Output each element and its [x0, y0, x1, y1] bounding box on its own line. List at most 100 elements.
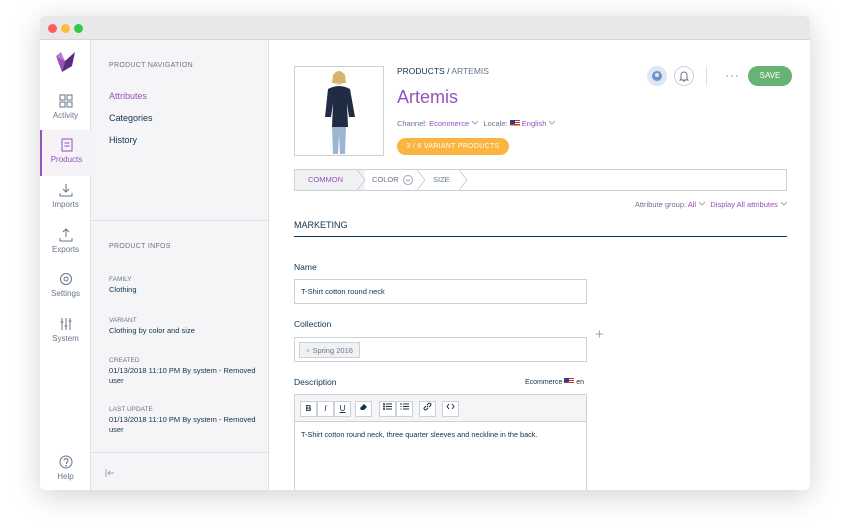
notifications-button[interactable] — [674, 66, 694, 86]
section-title-marketing: MARKETING — [294, 220, 787, 237]
breadcrumb-products[interactable]: PRODUCTS — [397, 66, 445, 76]
rich-text-toolbar: B I U — [294, 394, 587, 422]
description-scope-channel: Ecommerce — [525, 379, 563, 386]
maximize-window-button[interactable] — [74, 24, 83, 33]
menu-item-label: Settings — [51, 289, 80, 298]
main-content: PRODUCTS / ARTEMIS Artemis Channel: Ecom… — [269, 40, 810, 490]
nav-item-categories[interactable]: Categories — [109, 113, 153, 123]
nav-item-history[interactable]: History — [109, 135, 137, 145]
tab-common[interactable]: COMMON — [295, 170, 365, 190]
chevron-down-icon — [698, 201, 706, 206]
menu-item-imports[interactable]: Imports — [40, 183, 91, 209]
bullet-list-icon — [383, 403, 392, 410]
menu-item-label: Imports — [52, 200, 79, 209]
info-value-last-update: 01/13/2018 11:10 PM By system - Removed … — [109, 415, 256, 434]
breadcrumb-current: ARTEMIS — [451, 66, 489, 76]
collapse-column-icon[interactable] — [105, 468, 115, 478]
page-title: Artemis — [397, 87, 459, 107]
exports-icon — [59, 228, 72, 242]
variant-products-badge[interactable]: 3 / 6 VARIANT PRODUCTS — [397, 138, 509, 155]
menu-item-settings[interactable]: Settings — [40, 272, 91, 298]
tab-arrow-icon — [459, 170, 468, 190]
title-bar — [40, 16, 810, 40]
info-label-last-update: LAST UPDATE — [109, 406, 153, 413]
minimize-window-button[interactable] — [61, 24, 70, 33]
collection-tag-label: Spring 2016 — [312, 346, 353, 355]
description-scope: Ecommerce en — [525, 378, 584, 386]
help-icon — [59, 455, 72, 469]
main-menu: Activity Products Imports Exports Settin… — [40, 40, 91, 490]
attribute-group-bar: Attribute group: All Display All attribu… — [635, 200, 788, 209]
locale-select[interactable]: English — [522, 119, 547, 128]
add-collection-button[interactable]: + — [595, 326, 604, 343]
product-navigation-title: PRODUCT NAVIGATION — [109, 62, 193, 69]
name-label: Name — [294, 262, 317, 272]
settings-icon — [59, 273, 72, 285]
info-label-family: FAMILY — [109, 276, 132, 283]
channel-label: Channel: — [397, 119, 428, 128]
link-button[interactable] — [419, 401, 436, 417]
bell-icon — [678, 71, 690, 82]
products-icon — [61, 138, 72, 152]
menu-item-exports[interactable]: Exports — [40, 228, 91, 254]
code-view-button[interactable] — [442, 401, 459, 417]
menu-item-help[interactable]: Help — [40, 455, 91, 481]
context-switcher: Channel: Ecommerce Locale: English — [397, 119, 556, 128]
bold-button[interactable]: B — [300, 401, 317, 417]
tab-color[interactable]: COLOR — [372, 170, 399, 190]
akeneo-logo-icon[interactable] — [54, 52, 76, 72]
app-window: Activity Products Imports Exports Settin… — [40, 16, 810, 490]
breadcrumb: PRODUCTS / ARTEMIS — [397, 66, 489, 76]
menu-item-activity[interactable]: Activity — [40, 94, 91, 120]
menu-item-label: System — [52, 334, 79, 343]
system-icon — [60, 318, 71, 330]
chevron-down-circle-icon[interactable] — [403, 175, 413, 185]
avatar-icon — [652, 71, 662, 81]
clear-format-button[interactable] — [355, 401, 372, 417]
info-value-family: Clothing — [109, 285, 137, 294]
close-window-button[interactable] — [48, 24, 57, 33]
display-all-attributes-select[interactable]: Display All attributes — [710, 200, 778, 209]
menu-item-label: Activity — [52, 111, 79, 120]
description-label: Description — [294, 377, 337, 387]
code-icon — [446, 403, 455, 410]
collection-input[interactable]: × Spring 2016 — [294, 337, 587, 362]
product-column: PRODUCT NAVIGATION Attributes Categories… — [91, 40, 269, 490]
menu-item-label: Help — [57, 472, 74, 481]
product-infos-title: PRODUCT INFOS — [109, 243, 171, 250]
activity-icon — [59, 94, 72, 108]
attribute-group-select[interactable]: All — [688, 200, 696, 209]
user-avatar[interactable] — [647, 66, 667, 86]
chevron-down-icon — [549, 120, 556, 125]
more-actions-button[interactable]: ··· — [725, 68, 740, 82]
underline-button[interactable]: U — [334, 401, 351, 417]
header-separator — [706, 66, 707, 86]
numbered-list-button[interactable] — [396, 401, 413, 417]
us-flag-icon — [509, 120, 520, 127]
channel-select[interactable]: Ecommerce — [429, 119, 469, 128]
menu-item-system[interactable]: System — [40, 317, 91, 343]
column-divider — [91, 220, 268, 221]
numbered-list-icon — [400, 403, 409, 410]
info-label-variant: VARIANT — [109, 317, 137, 324]
save-button[interactable]: SAVE — [748, 66, 792, 86]
name-input[interactable]: T-Shirt cotton round neck — [294, 279, 587, 304]
column-divider — [91, 452, 268, 453]
product-photo-icon — [325, 71, 355, 154]
tab-size[interactable]: SIZE — [433, 170, 450, 190]
collection-label: Collection — [294, 319, 332, 329]
chevron-down-icon — [780, 201, 788, 206]
description-editor[interactable]: T-Shirt cotton round neck, three quarter… — [294, 421, 587, 490]
collection-tag[interactable]: × Spring 2016 — [299, 342, 360, 358]
product-image[interactable] — [294, 66, 384, 156]
variant-navigation: COMMON COLOR SIZE — [294, 169, 787, 191]
eraser-icon — [360, 404, 367, 410]
link-icon — [423, 402, 432, 411]
menu-item-products[interactable]: Products — [40, 130, 91, 176]
chevron-down-icon — [471, 120, 479, 125]
info-label-created: CREATED — [109, 357, 140, 364]
nav-item-attributes[interactable]: Attributes — [109, 91, 147, 101]
imports-icon — [59, 184, 72, 197]
italic-button[interactable]: I — [317, 401, 334, 417]
bullet-list-button[interactable] — [379, 401, 396, 417]
